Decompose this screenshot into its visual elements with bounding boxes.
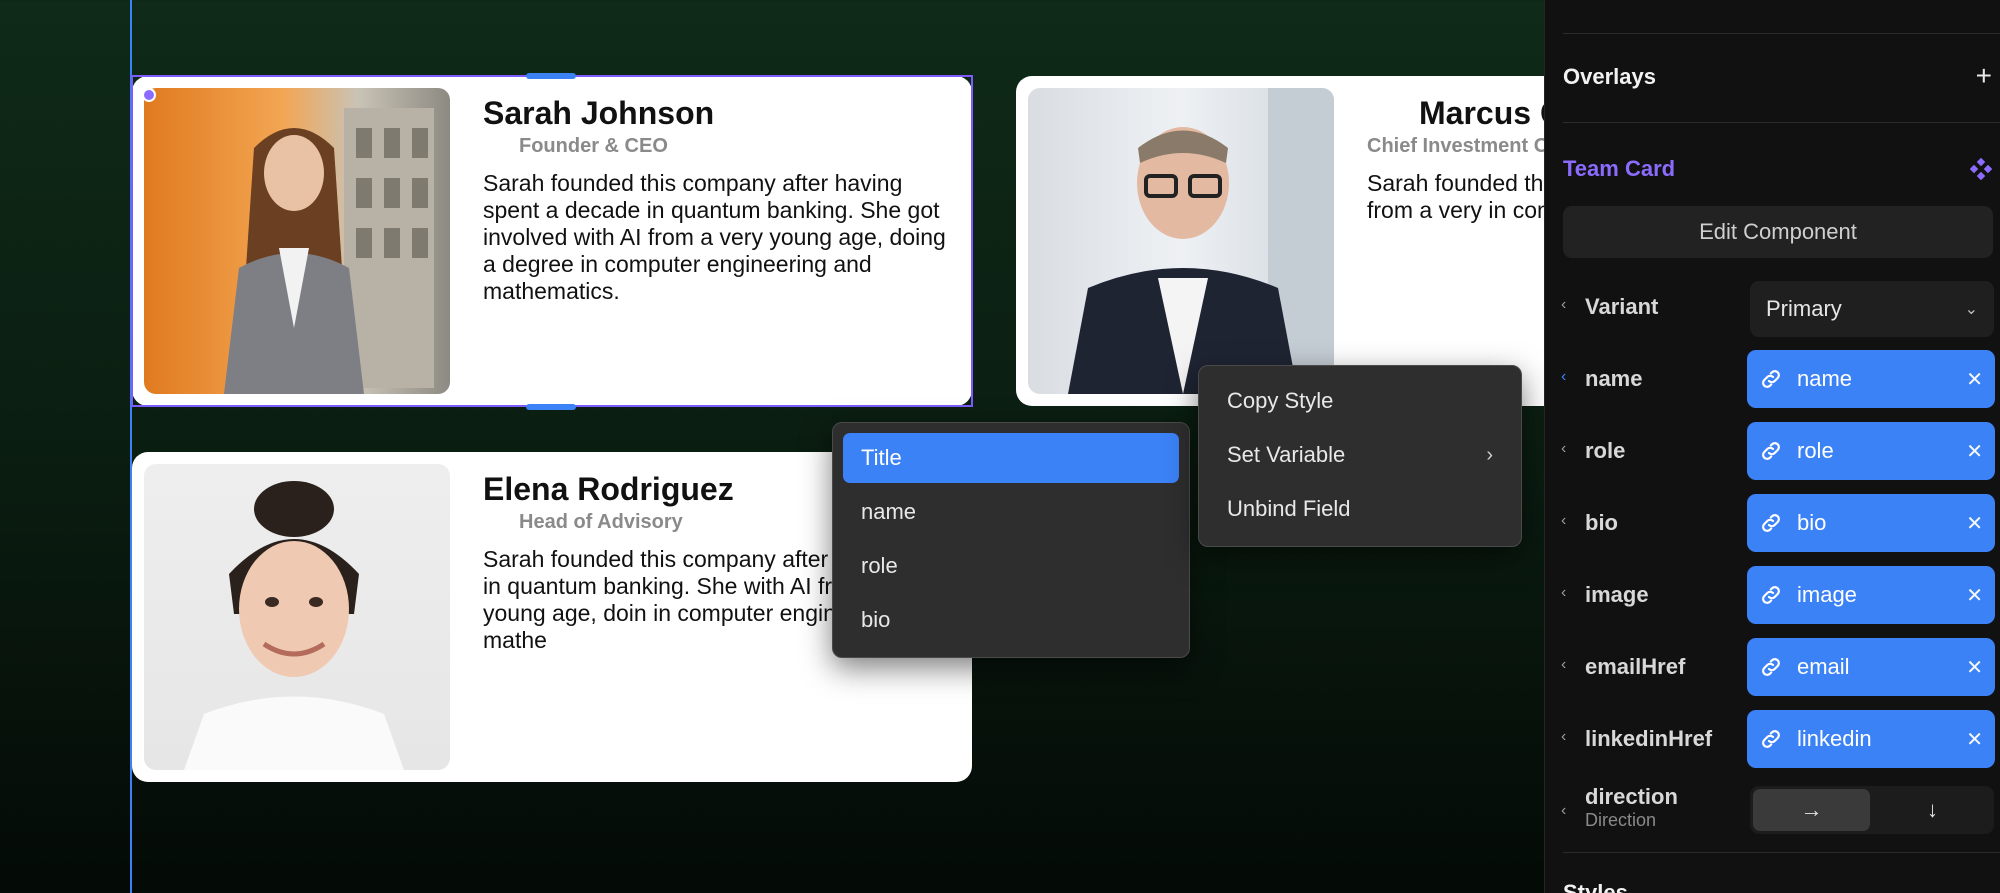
binding-pill[interactable]: image ✕: [1747, 566, 1995, 624]
binding-value: image: [1797, 582, 1857, 607]
close-icon[interactable]: ✕: [1966, 727, 1983, 752]
card-name[interactable]: Sarah Johnson: [483, 95, 960, 131]
person-photo-icon: [1068, 88, 1334, 394]
prop-row-variant: ‹ Variant Primary ⌄: [1545, 278, 2000, 337]
variant-value: Primary: [1766, 296, 1842, 321]
prop-label: emailHref: [1585, 654, 1686, 679]
menu-item-role[interactable]: role: [843, 541, 1179, 591]
link-icon: [1759, 439, 1783, 463]
chevron-left-icon[interactable]: ‹: [1561, 296, 1566, 314]
profile-photo: [144, 464, 450, 770]
divider: [1563, 852, 2000, 853]
prop-row-role: ‹ role role ✕: [1545, 422, 2000, 480]
resize-handle-top[interactable]: [526, 73, 576, 79]
link-icon: [1759, 727, 1783, 751]
chevron-left-icon[interactable]: ‹: [1561, 802, 1566, 820]
chevron-left-icon[interactable]: ‹: [1561, 584, 1566, 602]
link-icon: [1759, 367, 1783, 391]
binding-value: email: [1797, 654, 1850, 679]
prop-label: linkedinHref: [1585, 726, 1713, 751]
divider: [1563, 122, 2000, 123]
component-icon[interactable]: [1970, 158, 1992, 180]
direction-sub-label: Direction: [1585, 810, 1657, 830]
variant-select[interactable]: Primary ⌄: [1750, 281, 1994, 337]
context-menu: Copy Style Set Variable › Unbind Field: [1198, 365, 1522, 547]
link-icon: [1759, 583, 1783, 607]
copy-style-item[interactable]: Copy Style: [1209, 376, 1511, 426]
selection-anchor-dot[interactable]: [142, 88, 156, 102]
chevron-down-icon: ⌄: [1964, 301, 1978, 318]
menu-item-bio[interactable]: bio: [843, 595, 1179, 645]
prop-label: role: [1585, 438, 1626, 463]
set-variable-item[interactable]: Set Variable ›: [1209, 430, 1511, 480]
arrow-right-icon[interactable]: →: [1753, 789, 1870, 831]
resize-handle-bottom[interactable]: [526, 404, 576, 410]
unbind-field-item[interactable]: Unbind Field: [1209, 484, 1511, 534]
binding-value: linkedin: [1797, 726, 1872, 751]
prop-row-image: ‹ image image ✕: [1545, 566, 2000, 624]
chevron-left-icon[interactable]: ‹: [1561, 440, 1566, 458]
field-select-menu: Title name role bio: [832, 422, 1190, 658]
chevron-left-icon[interactable]: ‹: [1561, 656, 1566, 674]
prop-row-linkedinhref: ‹ linkedinHref linkedin ✕: [1545, 710, 2000, 768]
binding-value: name: [1797, 366, 1853, 391]
link-icon: [1759, 655, 1783, 679]
binding-pill[interactable]: email ✕: [1747, 638, 1995, 696]
menu-item-title[interactable]: Title: [843, 433, 1179, 483]
properties-panel: Overlays + Team Card Edit Component ‹ Va…: [1544, 0, 2000, 893]
edit-component-button[interactable]: Edit Component: [1563, 206, 1993, 258]
menu-item-name[interactable]: name: [843, 487, 1179, 537]
profile-photo: [144, 88, 450, 394]
binding-pill[interactable]: name ✕: [1747, 350, 1995, 408]
person-photo-icon: [184, 481, 404, 770]
direction-toggle: → ↓: [1750, 786, 1994, 834]
prop-row-emailhref: ‹ emailHref email ✕: [1545, 638, 2000, 696]
binding-value: role: [1797, 438, 1834, 463]
prop-label: name: [1585, 366, 1643, 391]
team-card-sarah[interactable]: Sarah Johnson Founder & CEO Sarah founde…: [132, 76, 972, 406]
copy-style-label: Copy Style: [1227, 388, 1334, 413]
chevron-left-icon[interactable]: ‹: [1561, 512, 1566, 530]
card-role[interactable]: Founder & CEO: [519, 135, 960, 158]
binding-value: bio: [1797, 510, 1827, 535]
link-icon: [1759, 511, 1783, 535]
person-photo-icon: [224, 108, 434, 394]
card-bio[interactable]: Sarah founded this company after having …: [483, 170, 953, 305]
unbind-field-label: Unbind Field: [1227, 496, 1351, 521]
prop-label: bio: [1585, 510, 1618, 535]
variant-label: Variant: [1585, 294, 1659, 319]
close-icon[interactable]: ✕: [1966, 439, 1983, 464]
close-icon[interactable]: ✕: [1966, 655, 1983, 680]
styles-title: Styles: [1563, 880, 1628, 893]
prop-row-name: ‹ name name ✕: [1545, 350, 2000, 408]
close-icon[interactable]: ✕: [1966, 511, 1983, 536]
prop-row-direction: ‹ direction Direction → ↓: [1545, 780, 2000, 850]
binding-pill[interactable]: linkedin ✕: [1747, 710, 1995, 768]
direction-label: direction: [1585, 784, 1678, 809]
chevron-left-icon[interactable]: ‹: [1561, 368, 1566, 386]
divider: [1563, 33, 2000, 34]
close-icon[interactable]: ✕: [1966, 583, 1983, 608]
prop-label: image: [1585, 582, 1649, 607]
chevron-right-icon: ›: [1486, 443, 1493, 466]
profile-photo: [1028, 88, 1334, 394]
close-icon[interactable]: ✕: [1966, 367, 1983, 392]
component-title: Team Card: [1563, 156, 1676, 181]
add-overlay-icon[interactable]: +: [1976, 62, 1992, 90]
set-variable-label: Set Variable: [1227, 442, 1346, 467]
overlays-title: Overlays: [1563, 64, 1656, 89]
binding-pill[interactable]: bio ✕: [1747, 494, 1995, 552]
chevron-left-icon[interactable]: ‹: [1561, 728, 1566, 746]
prop-row-bio: ‹ bio bio ✕: [1545, 494, 2000, 552]
binding-pill[interactable]: role ✕: [1747, 422, 1995, 480]
arrow-down-icon[interactable]: ↓: [1874, 789, 1991, 831]
